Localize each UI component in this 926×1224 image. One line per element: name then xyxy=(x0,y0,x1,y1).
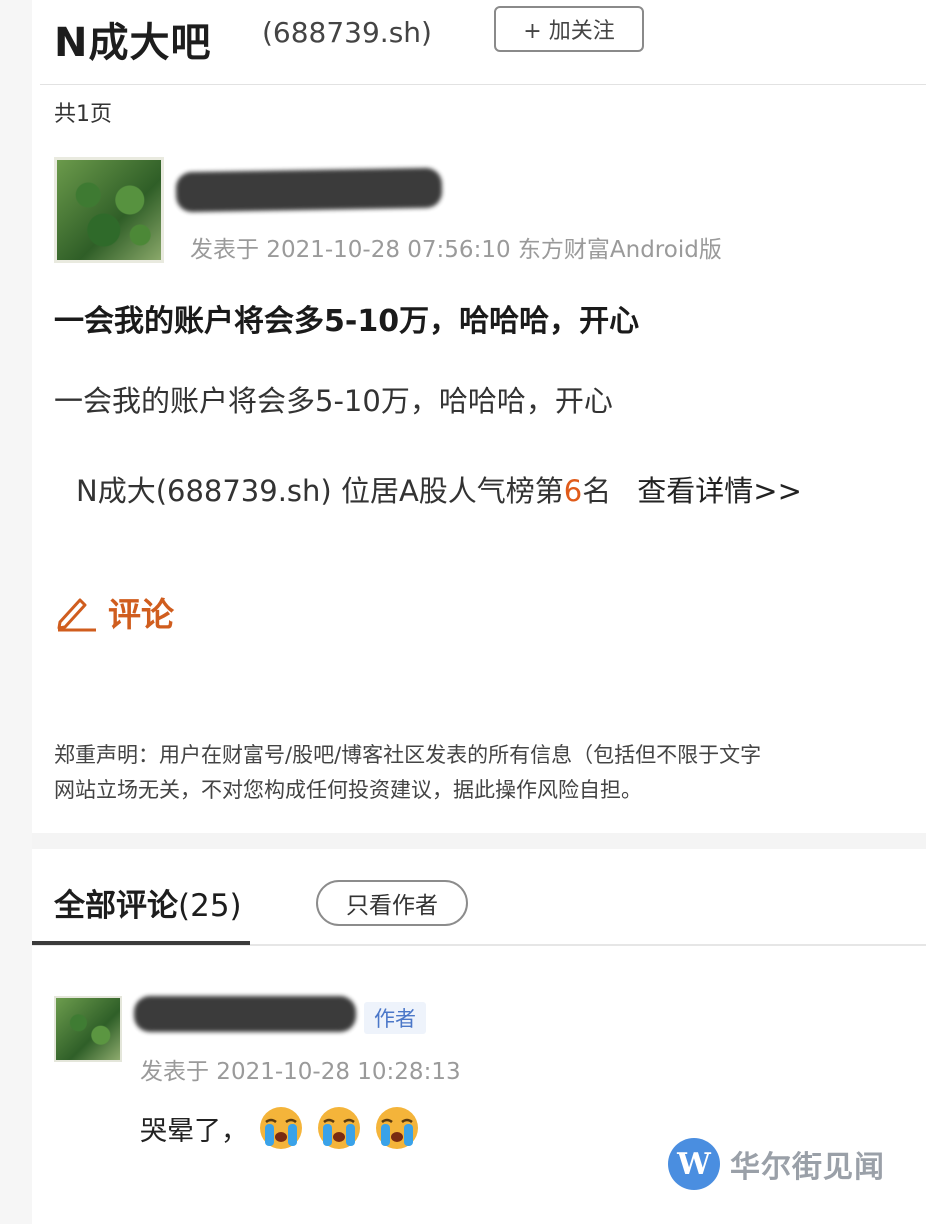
author-avatar[interactable] xyxy=(54,157,164,263)
all-comments-title: 全部评论 xyxy=(54,888,178,924)
section-separator xyxy=(32,833,926,849)
rank-number: 6 xyxy=(563,474,583,508)
follow-button-label: + 加关注 xyxy=(523,19,615,44)
watermark-logo-letter: W xyxy=(677,1146,711,1182)
post-title: 一会我的账户将会多5-10万，哈哈哈，开心 xyxy=(54,304,640,339)
rank-details-link[interactable]: 查看详情>> xyxy=(637,474,802,508)
comment-text: 哭晕了， xyxy=(140,1104,422,1152)
popularity-rank: N成大(688739.sh) 位居A股人气榜第6名 查看详情>> xyxy=(76,468,802,510)
left-margin xyxy=(0,0,32,1224)
author-badge-label: 作者 xyxy=(374,1007,416,1031)
page-count: 共1页 xyxy=(54,102,112,127)
comment-text-body: 哭晕了， xyxy=(140,1115,248,1147)
comment-button[interactable]: 评论 xyxy=(54,588,174,636)
watermark-logo-icon: W xyxy=(668,1138,720,1190)
disclaimer-line-2: 网站立场无关，不对您构成任何投资建议，据此操作风险自担。 xyxy=(54,778,642,802)
redacted-commenter-name xyxy=(134,996,356,1032)
stock-code: (688739.sh) xyxy=(262,16,432,49)
watermark: W 华尔街见闻 xyxy=(668,1138,885,1190)
pen-icon xyxy=(57,598,96,632)
post-meta: 发表于 2021-10-28 07:56:10 东方财富Android版 xyxy=(190,237,722,263)
active-tab-indicator xyxy=(32,941,250,945)
comment-count: (25) xyxy=(178,888,242,924)
comment-label: 评论 xyxy=(108,595,174,634)
commenter-avatar[interactable] xyxy=(54,996,122,1062)
watermark-text: 华尔街见闻 xyxy=(730,1150,885,1185)
follow-button[interactable]: + 加关注 xyxy=(494,6,644,52)
rank-suffix: 名 xyxy=(582,474,612,508)
disclaimer: 郑重声明：用户在财富号/股吧/博客社区发表的所有信息（包括但不限于文字 网站立场… xyxy=(54,738,926,808)
crying-emoji-icon xyxy=(318,1107,360,1149)
rank-prefix: N成大(688739.sh) 位居A股人气榜第 xyxy=(76,474,564,508)
post-body: 一会我的账户将会多5-10万，哈哈哈，开心 xyxy=(54,384,613,418)
author-badge: 作者 xyxy=(364,1002,426,1034)
tab-all-comments[interactable]: 全部评论(25) xyxy=(54,880,242,925)
crying-emoji-icon xyxy=(260,1107,302,1149)
bar-title: N成大吧 xyxy=(54,20,212,66)
redacted-username xyxy=(175,167,443,213)
only-author-label: 只看作者 xyxy=(346,893,438,919)
header-divider xyxy=(40,84,926,85)
comment-meta: 发表于 2021-10-28 10:28:13 xyxy=(140,1059,461,1085)
only-author-button[interactable]: 只看作者 xyxy=(316,880,468,926)
crying-emoji-icon xyxy=(376,1107,418,1149)
disclaimer-line-1: 郑重声明：用户在财富号/股吧/博客社区发表的所有信息（包括但不限于文字 xyxy=(54,743,762,767)
